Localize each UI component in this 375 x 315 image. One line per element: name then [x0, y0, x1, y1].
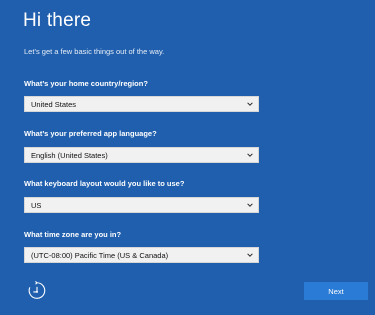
country-region-label: What’s your home country/region?: [24, 79, 148, 88]
keyboard-layout-select[interactable]: US: [24, 197, 259, 213]
chevron-down-icon: [247, 253, 253, 257]
keyboard-layout-value: US: [31, 200, 42, 210]
country-region-select[interactable]: United States: [24, 96, 259, 112]
app-language-select[interactable]: English (United States): [24, 147, 259, 163]
country-region-value: United States: [31, 99, 77, 109]
app-language-label: What’s your preferred app language?: [24, 129, 157, 138]
chevron-down-icon: [247, 153, 253, 157]
chevron-down-icon: [247, 203, 253, 207]
accessibility-icon[interactable]: [26, 280, 48, 302]
page-subtitle: Let’s get a few basic things out of the …: [24, 47, 165, 56]
time-zone-value: (UTC-08:00) Pacific Time (US & Canada): [31, 250, 169, 260]
app-language-value: English (United States): [31, 150, 108, 160]
setup-window: Hi there Let’s get a few basic things ou…: [0, 0, 375, 315]
time-zone-label: What time zone are you in?: [24, 230, 122, 239]
keyboard-layout-label: What keyboard layout would you like to u…: [24, 179, 185, 188]
chevron-down-icon: [247, 102, 253, 106]
page-title: Hi there: [23, 10, 92, 31]
next-button[interactable]: Next: [304, 282, 368, 300]
time-zone-select[interactable]: (UTC-08:00) Pacific Time (US & Canada): [24, 247, 259, 263]
